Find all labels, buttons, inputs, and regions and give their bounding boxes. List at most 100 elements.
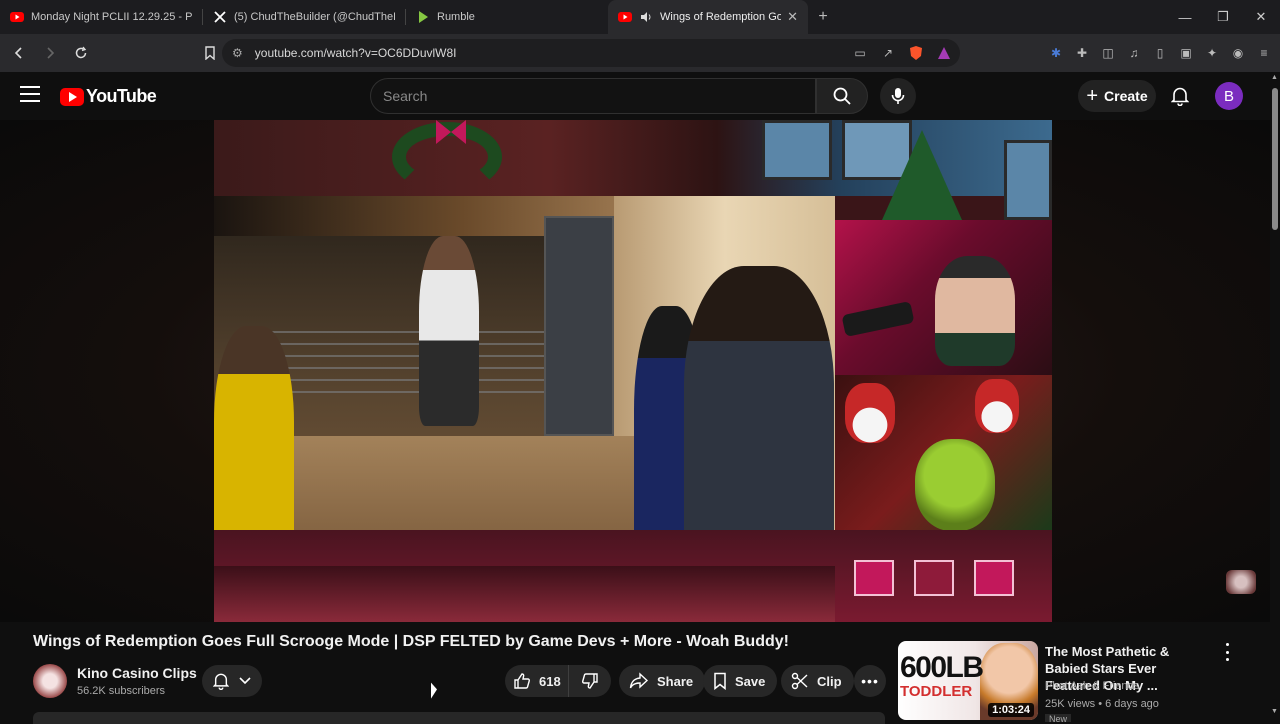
puzzle-icon[interactable]: ✚ — [1074, 45, 1090, 61]
browser-tab[interactable]: Rumble — [406, 0, 608, 34]
media-icon[interactable]: ♫ — [1126, 45, 1142, 61]
cast-icon[interactable]: ▭ — [852, 45, 868, 61]
grinch-figure — [915, 439, 995, 530]
search-input[interactable] — [371, 79, 815, 113]
more-actions-button[interactable]: ••• — [854, 665, 886, 697]
share-icon — [629, 672, 649, 689]
wallet-icon[interactable]: ▣ — [1178, 45, 1194, 61]
like-button[interactable]: 618 — [505, 665, 569, 697]
subscription-notifications-button[interactable] — [202, 665, 262, 697]
share-page-icon[interactable]: ↗ — [880, 45, 896, 61]
video-duration-badge: 1:03:24 — [988, 703, 1034, 717]
clip-button[interactable]: Clip — [781, 665, 854, 697]
youtube-icon — [10, 10, 24, 24]
hamburger-menu-icon[interactable] — [20, 86, 40, 104]
santa-figure — [975, 379, 1019, 433]
reload-button[interactable] — [68, 40, 94, 66]
sidebar-icon[interactable]: ▯ — [1152, 45, 1168, 61]
bell-icon — [213, 673, 229, 690]
subscriber-count: 56.2K subscribers — [77, 685, 166, 697]
x-icon — [213, 10, 227, 24]
youtube-header: YouTube + Create B — [0, 72, 1280, 120]
site-settings-icon[interactable]: ⚙ — [232, 46, 243, 60]
video-player[interactable]: ▶ ◐ ◑ ◆▤◫⚙⛶ — [214, 120, 1052, 622]
create-button[interactable]: + Create — [1078, 80, 1156, 112]
like-dislike-group: 618 — [505, 665, 611, 697]
dislike-button[interactable] — [569, 665, 611, 697]
tab-title: (5) ChudTheBuilder (@ChudTheBuild — [234, 11, 395, 23]
rug-scene — [214, 566, 835, 622]
leo-ai-icon[interactable]: ✦ — [1204, 45, 1220, 61]
notifications-bell-icon[interactable] — [1168, 84, 1192, 108]
more-horizontal-icon: ••• — [861, 673, 879, 689]
window-controls: — ❐ ✕ — [1166, 0, 1280, 34]
url-text: youtube.com/watch?v=OC6DDuvlW8I — [254, 46, 457, 60]
window-decoration — [1004, 140, 1052, 220]
speaker-icon[interactable] — [639, 10, 653, 24]
extensions-area: ✱ ✚ ◫ ♫ ▯ ▣ ✦ ◉ ≡ — [1048, 34, 1272, 72]
brave-shield-icon[interactable] — [908, 45, 924, 61]
minimize-icon[interactable]: — — [1166, 0, 1204, 34]
vpn-icon[interactable]: ◉ — [1230, 45, 1246, 61]
account-avatar[interactable]: B — [1215, 82, 1243, 110]
streamer-figure — [935, 256, 1015, 366]
window-decoration — [762, 120, 832, 180]
thumbnail-subtext: TODDLER — [900, 683, 973, 700]
recommended-video-meta: 25K views • 6 days ago — [1045, 698, 1159, 710]
screenshot-icon[interactable]: ◫ — [1100, 45, 1116, 61]
chevron-down-icon — [239, 677, 251, 685]
rumble-icon — [416, 10, 430, 24]
person-right — [684, 266, 834, 566]
menu-icon[interactable]: ≡ — [1256, 45, 1272, 61]
youtube-logo[interactable]: YouTube — [60, 86, 157, 107]
santa-figure — [845, 383, 895, 443]
tab-title: Monday Night PCLII 12.29.25 - Perry — [31, 11, 192, 23]
page-scrollbar[interactable] — [1270, 72, 1280, 720]
restore-icon[interactable]: ❐ — [1204, 0, 1242, 34]
embedded-video-feed: ▶ ◐ ◑ ◆▤◫⚙⛶ — [214, 196, 835, 566]
kebab-menu-icon[interactable] — [1221, 643, 1233, 661]
floating-channel-icon[interactable] — [1226, 570, 1256, 594]
microphone-icon — [891, 88, 905, 104]
extension-icon[interactable]: ✱ — [1048, 45, 1064, 61]
like-count: 618 — [539, 673, 561, 689]
brave-rewards-icon[interactable] — [936, 45, 952, 61]
scissors-icon — [791, 672, 808, 690]
forward-button[interactable] — [37, 40, 63, 66]
streamer-cam-bottom — [835, 375, 1052, 530]
channel-name[interactable]: Kino Casino Clips — [77, 665, 197, 681]
description-box[interactable] — [33, 712, 885, 724]
microphone-figure — [841, 300, 915, 338]
bookmark-icon[interactable] — [197, 40, 223, 66]
browser-tab[interactable]: (5) ChudTheBuilder (@ChudTheBuild — [203, 0, 405, 34]
recommended-video-thumbnail[interactable]: 600LB TODDLER 1:03:24 — [898, 641, 1038, 720]
close-tab-icon[interactable]: ✕ — [787, 9, 798, 25]
scroll-up-arrow-icon[interactable]: ▲ — [1271, 74, 1278, 81]
create-label: Create — [1104, 88, 1148, 104]
browser-tab[interactable]: Monday Night PCLII 12.29.25 - Perry — [0, 0, 202, 34]
streamer-cam-top — [835, 220, 1052, 375]
thumbs-up-icon — [514, 673, 530, 689]
channel-avatar[interactable] — [33, 664, 67, 698]
thumbnail-text: 600LB — [900, 651, 984, 684]
scrollbar-thumb[interactable] — [1272, 88, 1278, 230]
back-button[interactable] — [6, 40, 32, 66]
close-window-icon[interactable]: ✕ — [1242, 0, 1280, 34]
browser-tab-active[interactable]: Wings of Redemption Goes F ✕ — [608, 0, 808, 34]
share-button[interactable]: Share — [619, 665, 706, 697]
search-box — [370, 78, 816, 114]
mouse-cursor-icon — [431, 682, 437, 702]
clip-label: Clip — [817, 673, 842, 689]
glass-door-scene — [544, 216, 614, 436]
voice-search-button[interactable] — [880, 78, 916, 114]
search-button[interactable] — [816, 78, 868, 114]
new-tab-button[interactable]: + — [808, 0, 838, 34]
address-bar-actions: ▭ ↗ — [852, 39, 952, 67]
scroll-down-arrow-icon[interactable]: ▼ — [1271, 708, 1278, 715]
save-bookmark-icon — [714, 672, 726, 690]
address-bar[interactable]: ⚙ youtube.com/watch?v=OC6DDuvlW8I ▭ ↗ — [222, 39, 960, 67]
recommended-channel-name[interactable]: Phat Ash & Friends — [1045, 680, 1139, 692]
christmas-tree-decoration — [882, 130, 962, 220]
youtube-play-icon — [60, 87, 84, 106]
save-button[interactable]: Save — [703, 665, 778, 697]
